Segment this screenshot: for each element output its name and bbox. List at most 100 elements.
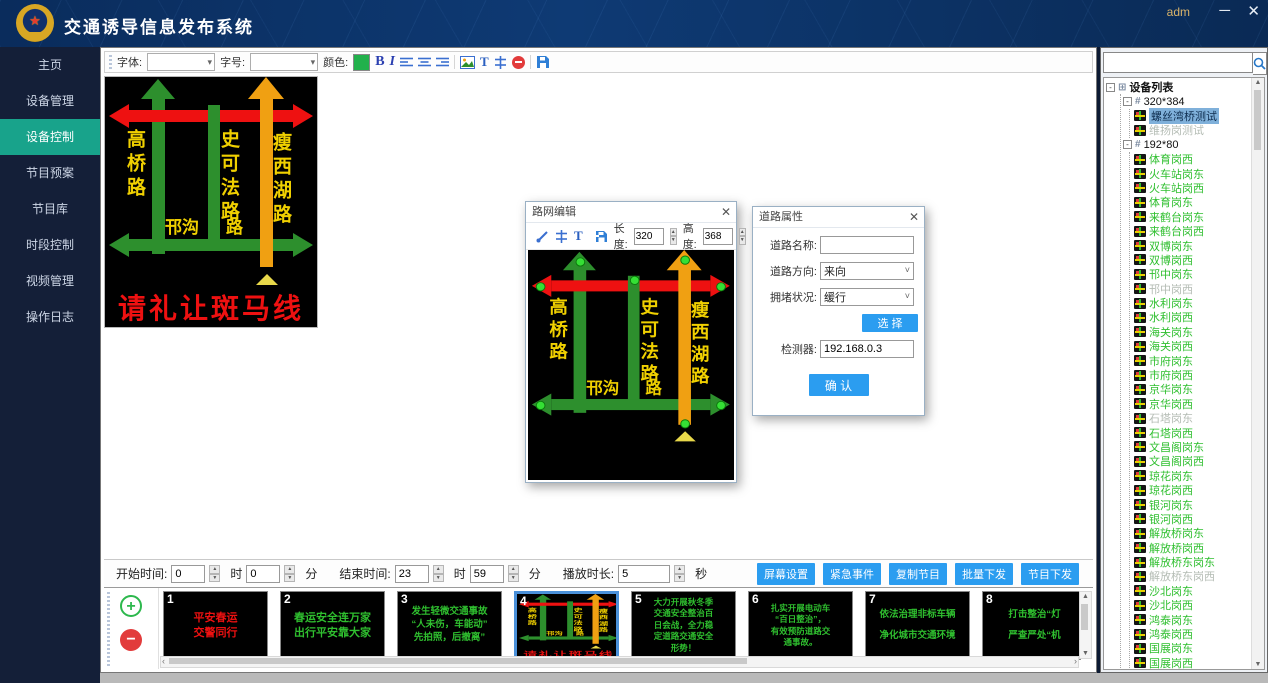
action-button-3[interactable]: 复制节目 [889,563,947,585]
height-spinner[interactable]: ▲▼ [739,228,746,245]
scroll-left-icon[interactable]: ‹ [162,656,165,666]
minimize-icon[interactable]: ─ [1219,2,1230,19]
tree-device-item[interactable]: 体育岗东 [1132,195,1251,209]
tree-device-item[interactable]: 文昌阁岗西 [1132,454,1251,468]
yield-triangle[interactable] [674,431,695,441]
program-thumbnail-5[interactable]: 5大力开展秋冬季交通安全整治百日会战，全力稳定道路交通安全形势！ [631,591,736,660]
tree-device-item[interactable]: 火车站岗西 [1132,181,1251,195]
tree-device-item[interactable]: 琼花岗西 [1132,483,1251,497]
scroll-down-icon[interactable]: ▼ [1080,650,1091,657]
tree-device-item[interactable]: 沙北岗西 [1132,598,1251,612]
tree-group-192*80[interactable]: -#192*80 [1123,138,1251,152]
sidebar-item-7[interactable]: 视频管理 [0,263,100,299]
length-spinner[interactable]: ▲▼ [670,228,677,245]
confirm-button[interactable]: 确 认 [809,374,869,396]
program-thumbnail-4[interactable]: 4 高桥路 史可法路 瘦西湖路 邗沟 路 请礼让斑马线 [514,591,619,660]
device-search-input[interactable] [1103,52,1253,73]
tree-device-item[interactable]: 海关岗东 [1132,325,1251,339]
tree-device-item[interactable]: 螺丝湾桥测试 [1132,109,1251,123]
program-thumbnail-8[interactable]: 8打击整治“灯严查严处“机 [982,591,1081,660]
select-button[interactable]: 选 择 [862,314,918,332]
road-properties-titlebar[interactable]: 道路属性 ✕ [753,207,924,228]
sidebar-item-3[interactable]: 设备控制 [0,119,100,155]
tree-device-item[interactable]: 京华岗西 [1132,397,1251,411]
tree-root[interactable]: -⊞设备列表 [1106,80,1251,94]
tree-device-item[interactable]: 体育岗西 [1132,152,1251,166]
road-direction-select[interactable]: 来向 [820,262,914,280]
tree-device-item[interactable]: 邗中岗东 [1132,267,1251,281]
align-center-icon[interactable] [418,57,431,68]
scrollbar-thumb[interactable] [169,658,747,664]
scroll-down-icon[interactable]: ▼ [1252,661,1264,668]
congestion-select[interactable]: 缓行 [820,288,914,306]
tree-device-item[interactable]: 市府岗西 [1132,368,1251,382]
sidebar-item-4[interactable]: 节目预案 [0,155,100,191]
start-hour-spinner[interactable]: ▲▼ [209,565,220,582]
tree-device-item[interactable]: 解放桥东岗西 [1132,569,1251,583]
action-button-5[interactable]: 节目下发 [1021,563,1079,585]
tree-device-item[interactable]: 银河岗东 [1132,497,1251,511]
horizontal-scrollbar[interactable]: ‹ › [160,656,1079,668]
anchor-handle[interactable] [536,282,546,291]
insert-image-icon[interactable] [460,56,475,69]
action-button-1[interactable]: 屏幕设置 [757,563,815,585]
anchor-handle[interactable] [716,282,726,291]
font-size-select[interactable] [250,53,318,71]
anchor-handle[interactable] [680,419,690,428]
tree-collapse-icon[interactable]: - [1106,83,1115,92]
sidebar-item-6[interactable]: 时段控制 [0,227,100,263]
tree-device-item[interactable]: 国展岗西 [1132,656,1251,669]
road-label-right[interactable]: 瘦西湖路 [689,301,707,389]
tree-device-item[interactable]: 双博岗西 [1132,253,1251,267]
preview-sign[interactable]: 高桥路 史可法路 瘦西湖路 邗沟 路 请礼让斑马线 [517,594,619,660]
tree-device-item[interactable]: 文昌阁岗东 [1132,440,1251,454]
road-editor-canvas[interactable]: 高桥路 史可法路 瘦西湖路 邗沟 路 [528,250,734,480]
tree-device-item[interactable]: 解放桥岗西 [1132,541,1251,555]
anchor-handle[interactable] [716,401,726,410]
tree-device-item[interactable]: 邗中岗西 [1132,281,1251,295]
action-button-4[interactable]: 批量下发 [955,563,1013,585]
scroll-up-icon[interactable]: ▲ [1252,79,1264,86]
start-hour-input[interactable] [171,565,205,583]
design-canvas[interactable]: 高桥路 史可法路 瘦西湖路 邗沟 路 请礼让斑马线 路网编辑 ✕ T [104,75,1093,559]
tree-device-item[interactable]: 火车站岗东 [1132,166,1251,180]
road-label-bottom-right[interactable]: 路 [645,375,661,398]
tree-device-item[interactable]: 来鹤台岗东 [1132,210,1251,224]
logged-in-user[interactable]: adm [1167,5,1190,19]
duration-input[interactable] [618,565,670,583]
tree-device-item[interactable]: 双博岗东 [1132,238,1251,252]
end-hour-input[interactable] [395,565,429,583]
tree-device-item[interactable]: 市府岗东 [1132,353,1251,367]
crossing-icon[interactable] [555,230,568,243]
tree-device-item[interactable]: 国展岗东 [1132,641,1251,655]
program-thumbnail-7[interactable]: 7依法治理非标车辆净化城市交通环境 [865,591,970,660]
close-icon[interactable]: ✕ [1247,2,1260,20]
tree-device-item[interactable]: 来鹤台岗西 [1132,224,1251,238]
align-right-icon[interactable] [436,57,449,68]
toolbar-grip[interactable] [109,55,112,69]
duration-spinner[interactable]: ▲▼ [674,565,685,582]
sidebar-item-1[interactable]: 主页 [0,47,100,83]
remove-program-button[interactable]: − [120,629,142,651]
road-label-left[interactable]: 高桥路 [547,298,565,364]
tree-device-item[interactable]: 水利岗西 [1132,310,1251,324]
tree-device-item[interactable]: 琼花岗东 [1132,469,1251,483]
scrollbar-thumb[interactable] [1081,604,1088,630]
tree-device-item[interactable]: 解放桥东岗东 [1132,555,1251,569]
start-minute-input[interactable] [246,565,280,583]
tree-scrollbar[interactable]: ▲ ▼ [1251,78,1264,669]
sidebar-item-8[interactable]: 操作日志 [0,299,100,335]
tree-device-item[interactable]: 维扬岗测试 [1132,123,1251,137]
detector-input[interactable] [820,340,914,358]
draw-line-icon[interactable] [536,230,549,243]
anchor-handle[interactable] [680,256,690,265]
tree-device-item[interactable]: 沙北岗东 [1132,584,1251,598]
align-left-icon[interactable] [400,57,413,68]
text-tool-button[interactable]: T [574,228,583,244]
road-editor-titlebar[interactable]: 路网编辑 ✕ [526,202,736,223]
tree-device-item[interactable]: 石塔岗东 [1132,411,1251,425]
delete-icon[interactable] [512,56,525,69]
program-thumbnail-3[interactable]: 3发生轻微交通事故“人未伤，车能动”先拍照，后撤离” [397,591,502,660]
tree-group-320*384[interactable]: -#320*384 [1123,94,1251,108]
tree-collapse-icon[interactable]: - [1123,97,1132,106]
